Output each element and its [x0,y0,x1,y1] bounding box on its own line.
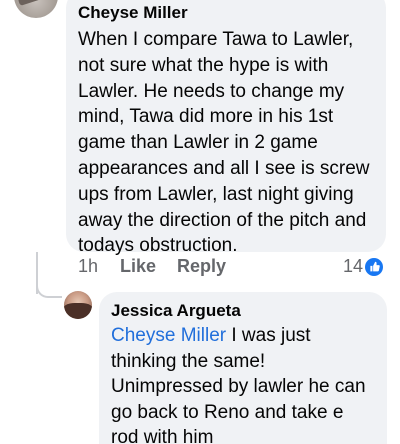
comment-bubble[interactable]: Cheyse Miller When I compare Tawa to Law… [66,0,386,256]
like-button[interactable]: Like [120,256,177,277]
comment-actions: 1h Like Reply [78,256,226,277]
avatar-image [64,303,92,319]
reply-author[interactable]: Jessica Argueta [111,300,375,321]
mention-link[interactable]: Cheyse Miller [111,325,226,346]
comment-thread: Cheyse Miller When I compare Tawa to Law… [0,0,400,444]
reaction-summary[interactable]: 14 [343,256,384,277]
comment-timestamp[interactable]: 1h [78,256,120,277]
comment-author[interactable]: Cheyse Miller [78,2,374,24]
like-icon [365,257,384,276]
reply-button[interactable]: Reply [177,256,226,277]
reply-bubble[interactable]: Jessica Argueta Cheyse Miller I was just… [99,292,387,444]
comment-text: When I compare Tawa to Lawler, not sure … [78,29,370,257]
reaction-count: 14 [343,256,364,276]
reply-avatar[interactable] [64,291,92,319]
avatar-image [17,0,58,6]
avatar[interactable] [14,0,58,18]
reply-text: Cheyse Miller I was just thinking the sa… [111,323,375,444]
thread-connector-curve [36,280,62,298]
